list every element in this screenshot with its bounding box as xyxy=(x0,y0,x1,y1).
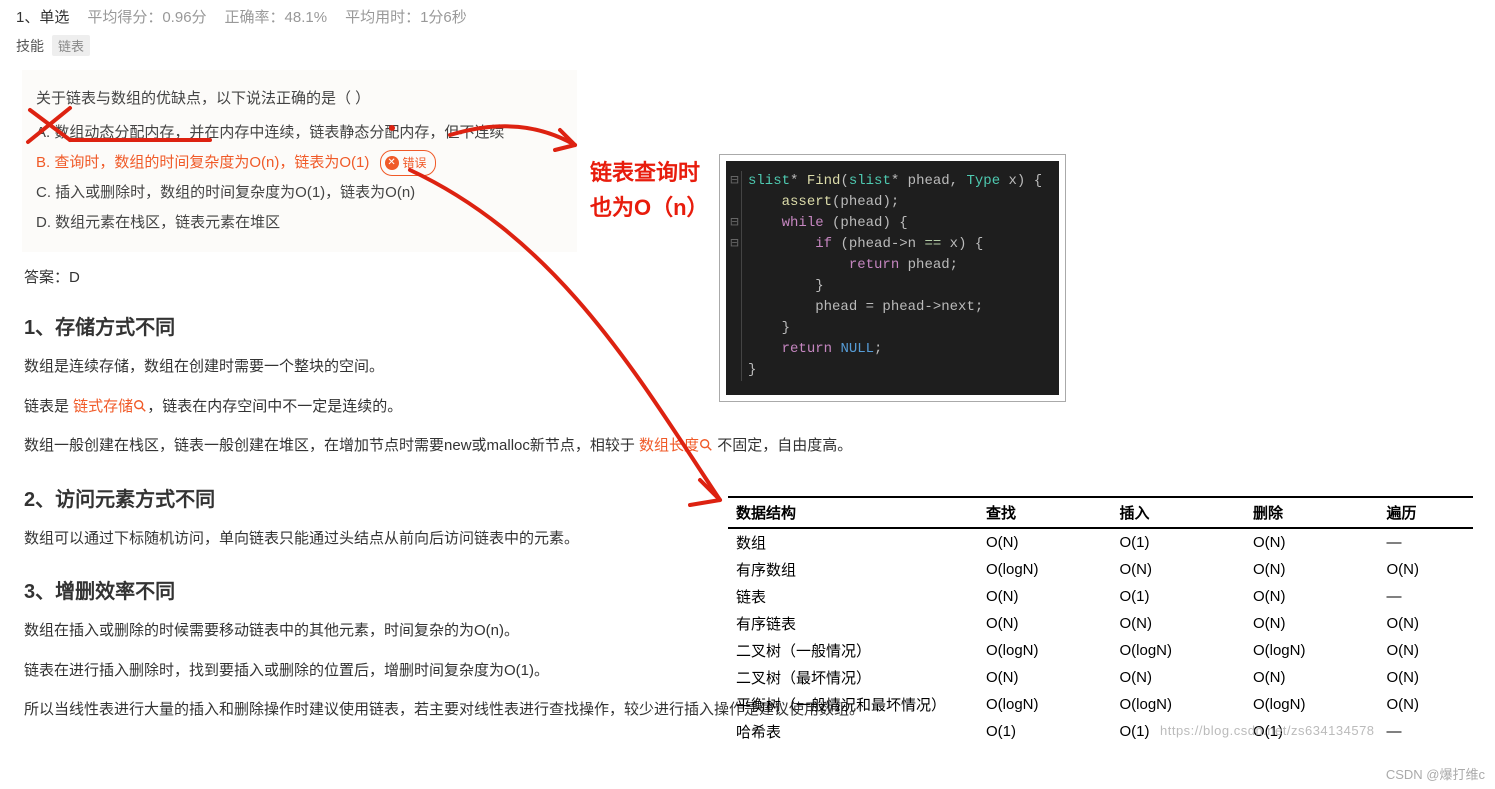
table-header-row: 数据结构 查找 插入 删除 遍历 xyxy=(728,497,1473,528)
table-cell: O(N) xyxy=(1378,556,1473,583)
table-cell: O(1) xyxy=(1111,718,1244,745)
table-row: 二叉树（最坏情况）O(N)O(N)O(N)O(N) xyxy=(728,664,1473,691)
option-c[interactable]: C. 插入或删除时，数组的时间复杂度为O(1)，链表为O(n) xyxy=(28,178,563,208)
table-cell: O(logN) xyxy=(978,691,1111,718)
text: ，链表在内存空间中不一定是连续的。 xyxy=(147,398,402,415)
avg-time: 平均用时：1分6秒 xyxy=(345,6,467,27)
table-cell: O(N) xyxy=(1245,664,1378,691)
table-cell: O(N) xyxy=(1111,664,1244,691)
option-a[interactable]: A. 数组动态分配内存，并在内存中连续，链表静态分配内存，但不连续 xyxy=(28,118,563,148)
skill-label: 技能 xyxy=(16,36,44,56)
table-cell: O(logN) xyxy=(978,556,1111,583)
wrong-badge: ✕ 错误 xyxy=(380,150,436,176)
text: 链表是 xyxy=(24,398,73,415)
complexity-table: 数据结构 查找 插入 删除 遍历 数组O(N)O(1)O(N)—有序数组O(lo… xyxy=(728,496,1473,745)
question-stem: 关于链表与数组的优缺点，以下说法正确的是（ ） xyxy=(28,84,563,114)
th-structure: 数据结构 xyxy=(728,497,978,528)
question-number: 1、单选 xyxy=(16,6,69,27)
table-cell: O(N) xyxy=(1111,556,1244,583)
table-cell: O(N) xyxy=(1111,610,1244,637)
question-header: 1、单选 平均得分：0.96分 正确率：48.1% 平均用时：1分6秒 xyxy=(0,0,1495,27)
table-cell: O(N) xyxy=(1245,610,1378,637)
handwritten-annotation: 链表查询时 也为O（n） xyxy=(590,155,709,225)
skill-row: 技能 链表 xyxy=(0,27,1495,64)
table-row: 哈希表O(1)O(1)O(1)— xyxy=(728,718,1473,745)
table-cell: O(N) xyxy=(978,610,1111,637)
table-cell: O(logN) xyxy=(978,637,1111,664)
table-cell: 数组 xyxy=(728,528,978,556)
question-box: 关于链表与数组的优缺点，以下说法正确的是（ ） A. 数组动态分配内存，并在内存… xyxy=(22,70,577,252)
table-row: 二叉树（一般情况）O(logN)O(logN)O(logN)O(N) xyxy=(728,637,1473,664)
table-cell: 哈希表 xyxy=(728,718,978,745)
table-row: 链表O(N)O(1)O(N)— xyxy=(728,583,1473,610)
option-b-text: B. 查询时，数组的时间复杂度为O(n)，链表为O(1) xyxy=(36,154,369,171)
annotation-line-2: 也为O（n） xyxy=(590,190,709,225)
th-search: 查找 xyxy=(978,497,1111,528)
link-array-length[interactable]: 数组长度 xyxy=(639,437,699,454)
table-cell: O(N) xyxy=(1378,664,1473,691)
skill-tag[interactable]: 链表 xyxy=(52,35,90,56)
table-cell: O(N) xyxy=(978,528,1111,556)
table-cell: O(logN) xyxy=(1111,691,1244,718)
table-cell: O(1) xyxy=(1111,583,1244,610)
table-cell: O(N) xyxy=(1245,583,1378,610)
table-cell: O(N) xyxy=(1378,637,1473,664)
option-d[interactable]: D. 数组元素在栈区，链表元素在堆区 xyxy=(28,208,563,238)
table-cell: — xyxy=(1378,583,1473,610)
text: 数组一般创建在栈区，链表一般创建在堆区，在增加节点时需要new或malloc新节… xyxy=(24,437,639,454)
table-cell: O(logN) xyxy=(1245,637,1378,664)
table-cell: O(N) xyxy=(1245,556,1378,583)
table-cell: O(N) xyxy=(1245,528,1378,556)
table-cell: 平衡树（一般情况和最坏情况） xyxy=(728,691,978,718)
wrong-badge-text: 错误 xyxy=(403,151,427,175)
table-cell: O(1) xyxy=(1245,718,1378,745)
option-b[interactable]: B. 查询时，数组的时间复杂度为O(n)，链表为O(1) ✕ 错误 xyxy=(28,148,563,178)
table-cell: O(1) xyxy=(1111,528,1244,556)
table-row: 有序链表O(N)O(N)O(N)O(N) xyxy=(728,610,1473,637)
table-cell: — xyxy=(1378,718,1473,745)
table-row: 数组O(N)O(1)O(N)— xyxy=(728,528,1473,556)
table-cell: 有序数组 xyxy=(728,556,978,583)
search-icon[interactable] xyxy=(133,399,147,413)
table-body: 数组O(N)O(1)O(N)—有序数组O(logN)O(N)O(N)O(N)链表… xyxy=(728,528,1473,745)
table-cell: O(N) xyxy=(978,583,1111,610)
table-cell: 链表 xyxy=(728,583,978,610)
annotation-line-1: 链表查询时 xyxy=(590,155,709,190)
table-cell: O(1) xyxy=(978,718,1111,745)
th-delete: 删除 xyxy=(1245,497,1378,528)
table-cell: 有序链表 xyxy=(728,610,978,637)
table-cell: O(N) xyxy=(978,664,1111,691)
avg-score: 平均得分：0.96分 xyxy=(87,6,206,27)
code-snippet: ⊟slist* Find(slist* phead, Type x) { ass… xyxy=(720,155,1065,401)
table-cell: 二叉树（最坏情况） xyxy=(728,664,978,691)
table-cell: O(N) xyxy=(1378,691,1473,718)
table-row: 有序数组O(logN)O(N)O(N)O(N) xyxy=(728,556,1473,583)
table-cell: O(logN) xyxy=(1245,691,1378,718)
search-icon[interactable] xyxy=(699,438,713,452)
table-row: 平衡树（一般情况和最坏情况）O(logN)O(logN)O(logN)O(N) xyxy=(728,691,1473,718)
text: 不固定，自由度高。 xyxy=(713,437,852,454)
table-cell: 二叉树（一般情况） xyxy=(728,637,978,664)
page-watermark: CSDN @爆打维c xyxy=(1386,764,1485,783)
correct-rate: 正确率：48.1% xyxy=(225,6,328,27)
close-icon: ✕ xyxy=(385,156,399,170)
th-insert: 插入 xyxy=(1111,497,1244,528)
th-traverse: 遍历 xyxy=(1378,497,1473,528)
table-cell: — xyxy=(1378,528,1473,556)
table-cell: O(logN) xyxy=(1111,637,1244,664)
para-storage-3: 数组一般创建在栈区，链表一般创建在堆区，在增加节点时需要new或malloc新节… xyxy=(24,433,1495,459)
link-chain-storage[interactable]: 链式存储 xyxy=(73,398,133,415)
table-cell: O(N) xyxy=(1378,610,1473,637)
